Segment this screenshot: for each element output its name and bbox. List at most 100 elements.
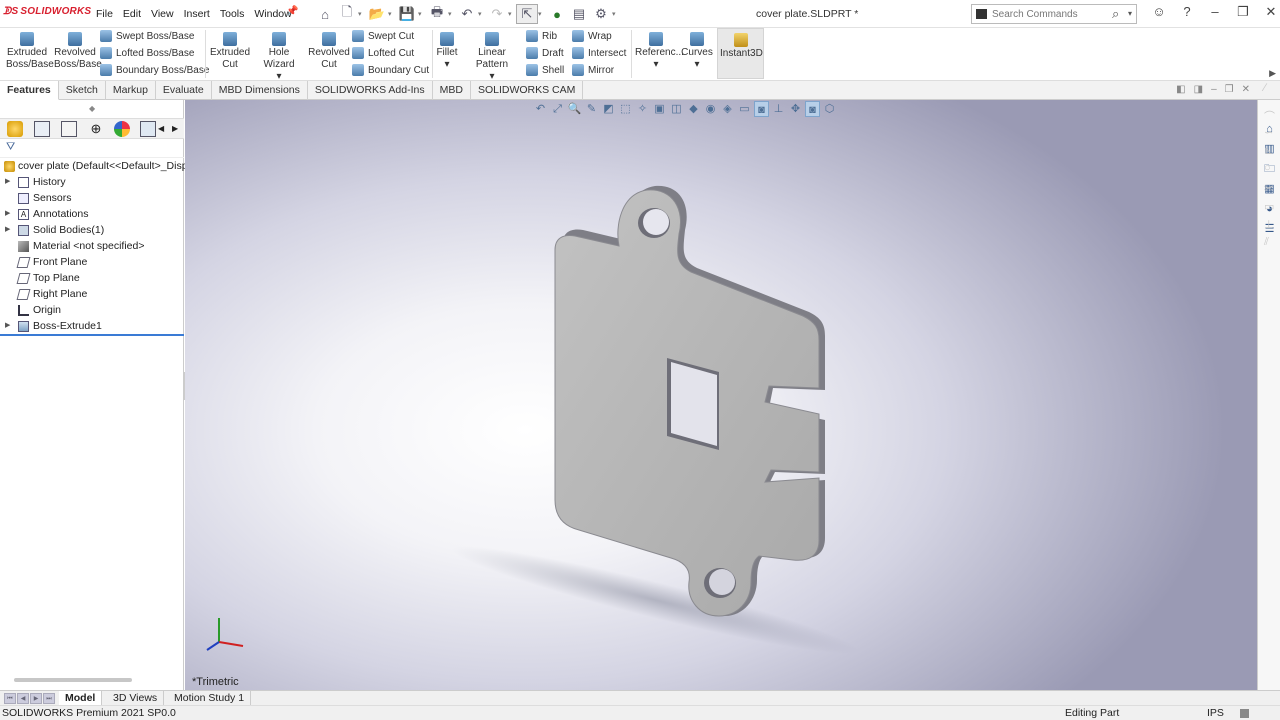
tree-item-sensors[interactable]: Sensors bbox=[0, 190, 184, 206]
help-icon[interactable]: ? bbox=[1173, 4, 1201, 20]
viewport-close-icon[interactable]: ✕ bbox=[1242, 84, 1250, 95]
shaded-edges-icon[interactable]: ◙ bbox=[805, 101, 820, 117]
tree-item-origin[interactable]: Origin bbox=[0, 302, 184, 318]
intersect-button[interactable]: Intersect bbox=[572, 45, 626, 61]
tree-filter-row[interactable]: ⛛ bbox=[0, 139, 184, 158]
traffic-light-icon[interactable]: ● bbox=[546, 4, 568, 24]
lofted-cut-button[interactable]: Lofted Cut bbox=[352, 45, 414, 61]
previous-tab-icon[interactable]: ◀ bbox=[17, 693, 29, 704]
property-manager-icon[interactable] bbox=[34, 121, 50, 137]
units-selector[interactable]: IPS bbox=[1207, 706, 1224, 720]
tab-evaluate[interactable]: Evaluate bbox=[156, 81, 212, 100]
tab-sketch[interactable]: Sketch bbox=[59, 81, 106, 100]
panel-collapse-icon[interactable]: ◆ bbox=[89, 104, 95, 113]
part-model[interactable] bbox=[185, 100, 1257, 690]
first-tab-icon[interactable]: ⏮ bbox=[4, 693, 16, 704]
redo-dropdown-icon[interactable]: ▾ bbox=[508, 10, 516, 18]
instant3d-button[interactable]: Instant3D bbox=[717, 28, 764, 79]
solidworks-logo[interactable]: ᗫS SOLIDWORKS bbox=[3, 6, 91, 17]
new-dropdown-icon[interactable]: ▾ bbox=[358, 10, 366, 18]
tree-item-annotations[interactable]: ▶ A Annotations bbox=[0, 206, 184, 222]
options-dropdown-icon[interactable]: ▾ bbox=[612, 10, 620, 18]
menu-edit[interactable]: Edit bbox=[123, 8, 141, 20]
section-view-icon[interactable]: ◩ bbox=[601, 101, 616, 117]
boundary-cut-button[interactable]: Boundary Cut bbox=[352, 62, 429, 78]
options-gear-icon[interactable]: ⚙ bbox=[590, 4, 612, 24]
expand-arrow-icon[interactable]: ▶ bbox=[5, 222, 10, 238]
panel-horizontal-scrollbar[interactable] bbox=[14, 678, 132, 682]
file-properties-icon[interactable]: ▤ bbox=[568, 4, 590, 24]
tree-item-solid-bodies[interactable]: ▶ Solid Bodies(1) bbox=[0, 222, 184, 238]
move-icon[interactable]: ✥ bbox=[788, 101, 803, 117]
print-dropdown-icon[interactable]: ▾ bbox=[448, 10, 456, 18]
filter-icon[interactable]: ⛛ bbox=[6, 141, 15, 154]
tab-solidworks-addins[interactable]: SOLIDWORKS Add-Ins bbox=[308, 81, 433, 100]
expand-arrow-icon[interactable]: ▶ bbox=[5, 174, 10, 190]
status-options-icon[interactable] bbox=[1240, 709, 1249, 718]
linear-pattern-button[interactable]: Linear Pattern ▾ bbox=[462, 32, 522, 83]
edit-appearance-icon[interactable]: ◉ bbox=[703, 101, 718, 117]
viewport-restore-icon[interactable]: ❐ bbox=[1225, 84, 1234, 95]
save-dropdown-icon[interactable]: ▾ bbox=[418, 10, 426, 18]
open-dropdown-icon[interactable]: ▾ bbox=[388, 10, 396, 18]
tree-root-part[interactable]: cover plate (Default<<Default>_Disp bbox=[0, 158, 188, 174]
fillet-button[interactable]: Fillet ▾ bbox=[436, 32, 458, 71]
expand-arrow-icon[interactable]: ▶ bbox=[5, 206, 10, 222]
mirror-button[interactable]: Mirror bbox=[572, 62, 614, 78]
display-manager-icon[interactable] bbox=[114, 121, 130, 137]
view-orientation-icon[interactable]: ▣ bbox=[652, 101, 667, 117]
sketch-tools-icon[interactable]: ✎ bbox=[584, 101, 599, 117]
tab-features[interactable]: Features bbox=[0, 81, 59, 100]
tree-item-right-plane[interactable]: Right Plane bbox=[0, 286, 184, 302]
dimxpert-icon[interactable]: ⊕ bbox=[88, 121, 104, 137]
tree-item-front-plane[interactable]: Front Plane bbox=[0, 254, 184, 270]
tile-icon[interactable]: ◧ bbox=[1176, 84, 1185, 95]
tree-item-boss-extrude1[interactable]: ▶ Boss-Extrude1 bbox=[0, 318, 184, 334]
dynamic-annotation-icon[interactable]: ✧ bbox=[635, 101, 650, 117]
zoom-area-icon[interactable]: 🔍 bbox=[567, 101, 582, 117]
view-settings-icon[interactable]: ▭ bbox=[737, 101, 752, 117]
draft-button[interactable]: Draft bbox=[526, 45, 564, 61]
tab-markup[interactable]: Markup bbox=[106, 81, 156, 100]
hide-show-icon[interactable]: ◆ bbox=[686, 101, 701, 117]
tab-3d-views[interactable]: 3D Views bbox=[107, 691, 165, 706]
pin-menu-icon[interactable]: 📌 bbox=[286, 6, 298, 17]
close-icon[interactable]: ✕ bbox=[1257, 4, 1280, 20]
next-tab-icon[interactable]: ▶ bbox=[30, 693, 42, 704]
revolved-boss-button[interactable]: Revolved Boss/Base bbox=[54, 32, 102, 71]
revolved-cut-button[interactable]: Revolved Cut bbox=[308, 32, 350, 71]
wrap-button[interactable]: Wrap bbox=[572, 28, 612, 44]
fillet-dropdown-icon[interactable]: ▾ bbox=[444, 59, 449, 70]
minimize-icon[interactable]: – bbox=[1201, 4, 1229, 20]
search-commands-field[interactable]: Search Commands ⌕ ▾ bbox=[971, 4, 1137, 24]
previous-view-icon[interactable]: ↶ bbox=[533, 101, 548, 117]
ribbon-scroll-right-icon[interactable]: ▶ bbox=[1269, 68, 1276, 79]
undo-icon[interactable]: ↶ bbox=[456, 4, 478, 24]
shaded-display-icon[interactable]: ◙ bbox=[754, 101, 769, 117]
search-icon[interactable]: ⌕ bbox=[1112, 6, 1119, 22]
rib-button[interactable]: Rib bbox=[526, 28, 557, 44]
tab-model[interactable]: Model bbox=[59, 691, 103, 706]
cam-manager-icon[interactable] bbox=[140, 121, 156, 137]
restore-icon[interactable]: ❐ bbox=[1229, 4, 1257, 20]
print-icon[interactable]: 🖶 bbox=[426, 4, 448, 24]
rollback-bar[interactable] bbox=[0, 334, 184, 336]
curves-button[interactable]: Curves ▾ bbox=[681, 32, 713, 71]
view-selector-icon[interactable]: ⬚ bbox=[618, 101, 633, 117]
menu-tools[interactable]: Tools bbox=[220, 8, 245, 20]
menu-file[interactable]: File bbox=[96, 8, 113, 20]
swept-boss-button[interactable]: Swept Boss/Base bbox=[100, 28, 194, 44]
extruded-boss-button[interactable]: Extruded Boss/Base bbox=[6, 32, 54, 71]
configuration-manager-icon[interactable] bbox=[61, 121, 77, 137]
menu-insert[interactable]: Insert bbox=[184, 8, 210, 20]
tree-item-material[interactable]: Material <not specified> bbox=[0, 238, 184, 254]
hole-wizard-button[interactable]: Hole Wizard ▾ bbox=[254, 32, 304, 83]
tab-mbd-dimensions[interactable]: MBD Dimensions bbox=[212, 81, 308, 100]
undo-dropdown-icon[interactable]: ▾ bbox=[478, 10, 486, 18]
curves-dropdown-icon[interactable]: ▾ bbox=[694, 59, 699, 70]
save-icon[interactable]: 💾 bbox=[396, 4, 418, 24]
scene-icon[interactable]: ◈ bbox=[720, 101, 735, 117]
tab-mbd[interactable]: MBD bbox=[433, 81, 471, 100]
reference-dropdown-icon[interactable]: ▾ bbox=[653, 59, 658, 70]
shell-button[interactable]: Shell bbox=[526, 62, 564, 78]
